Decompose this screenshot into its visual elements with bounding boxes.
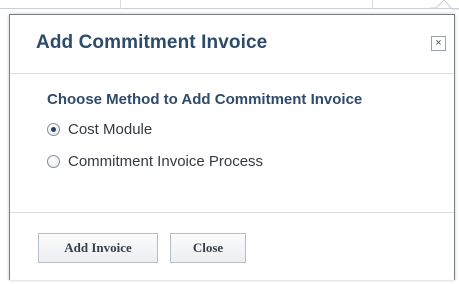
radio-option-cost-module[interactable]: Cost Module bbox=[47, 119, 152, 139]
dialog-title: Add Commitment Invoice bbox=[36, 32, 268, 53]
background-divider bbox=[0, 8, 459, 9]
add-commitment-invoice-dialog: Add Commitment Invoice × Choose Method t… bbox=[9, 14, 455, 280]
radio-option-label: Cost Module bbox=[68, 120, 153, 138]
dialog-body: Choose Method to Add Commitment Invoice … bbox=[10, 74, 454, 212]
dialog-footer: Add Invoice Close bbox=[10, 212, 454, 280]
method-section-label: Choose Method to Add Commitment Invoice bbox=[47, 91, 363, 108]
dialog-header: Add Commitment Invoice × bbox=[10, 15, 454, 74]
background-divider bbox=[372, 0, 373, 9]
add-invoice-button[interactable]: Add Invoice bbox=[38, 233, 158, 263]
close-icon[interactable]: × bbox=[431, 36, 446, 51]
radio-option-commitment-invoice-process[interactable]: Commitment Invoice Process bbox=[47, 151, 263, 171]
radio-option-label: Commitment Invoice Process bbox=[68, 152, 264, 170]
background-divider bbox=[120, 0, 121, 9]
radio-button-unchecked-icon[interactable] bbox=[47, 154, 60, 168]
close-button[interactable]: Close bbox=[170, 233, 246, 263]
radio-button-checked-icon[interactable] bbox=[47, 122, 60, 136]
